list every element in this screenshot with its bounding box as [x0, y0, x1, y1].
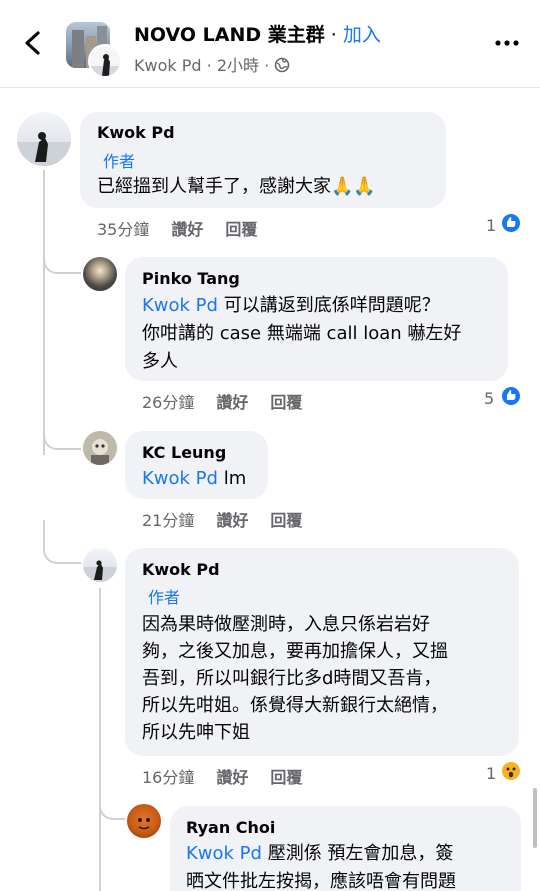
comment-time[interactable]: 21分鐘 [142, 507, 194, 531]
reply-button[interactable]: 回覆 [270, 764, 302, 788]
comment-bubble: Pinko Tang Kwok Pd 可以講返到底係咩問題呢？ 你咁講的 cas… [125, 257, 508, 381]
like-reaction-icon[interactable] [500, 212, 522, 234]
commenter-name[interactable]: Kwok Pd [97, 123, 175, 142]
comment-time[interactable]: 35分鐘 [97, 216, 149, 240]
thread-line [43, 170, 45, 455]
avatar[interactable] [83, 431, 117, 465]
comment-text: Kwok Pd lm [142, 468, 247, 489]
wow-reaction-icon[interactable] [500, 760, 522, 782]
comment-text: 多人 [142, 351, 178, 372]
comment-actions: 21分鐘 讚好 回覆 [142, 507, 302, 531]
mention-link[interactable]: Kwok Pd [142, 295, 218, 316]
thread-connector [43, 240, 81, 274]
thread-connector [43, 520, 81, 564]
comment-text: Kwok Pd 壓測係 預左會加息，簽 [186, 843, 454, 864]
like-button[interactable]: 讚好 [216, 507, 248, 531]
like-button[interactable]: 讚好 [216, 764, 248, 788]
comment-text: Kwok Pd 可以講返到底係咩問題呢？ [142, 295, 440, 316]
post-time[interactable]: 2小時 [217, 56, 259, 75]
group-avatar[interactable] [66, 22, 122, 78]
comment-text: 所以先呻下姐 [142, 722, 250, 743]
join-button[interactable]: 加入 [343, 24, 381, 46]
like-button[interactable]: 讚好 [216, 389, 248, 413]
post-meta: Kwok Pd · 2小時 · [134, 52, 290, 76]
group-name[interactable]: NOVO LAND 業主群 [134, 24, 325, 46]
scrollbar[interactable] [533, 788, 537, 848]
commenter-name[interactable]: Kwok Pd [142, 560, 220, 579]
comment-time[interactable]: 16分鐘 [142, 764, 194, 788]
commenter-name[interactable]: KC Leung [142, 443, 226, 462]
reaction-count[interactable]: 1 [486, 764, 496, 783]
globe-icon [274, 57, 290, 73]
thread-connector [43, 420, 81, 450]
comment-actions: 16分鐘 讚好 回覆 [142, 764, 302, 788]
avatar[interactable] [83, 257, 117, 291]
mention-link[interactable]: Kwok Pd [142, 468, 218, 489]
commenter-name[interactable]: Ryan Choi [186, 818, 275, 837]
comment-text: 所以先咁姐。係覺得大新銀行太絕情， [142, 695, 448, 716]
more-icon[interactable] [494, 38, 520, 48]
comment-text: 晒文件批左按揭，應該唔會有問題 [186, 871, 456, 891]
separator-dot: · [206, 56, 212, 75]
comment-time[interactable]: 26分鐘 [142, 389, 194, 413]
mention-link[interactable]: Kwok Pd [186, 843, 262, 864]
reaction-count[interactable]: 5 [484, 389, 494, 408]
commenter-name[interactable]: Pinko Tang [142, 269, 240, 288]
comment-actions: 26分鐘 讚好 回覆 [142, 389, 302, 413]
avatar[interactable] [17, 112, 71, 166]
reply-button[interactable]: 回覆 [225, 216, 257, 240]
comment-text: 你咁講的 case 無端端 call loan 嚇左好 [142, 323, 462, 344]
poster-avatar [88, 44, 122, 78]
thread-line [99, 588, 101, 891]
avatar[interactable] [127, 804, 161, 838]
like-reaction-icon[interactable] [500, 385, 522, 407]
reaction-count[interactable]: 1 [486, 216, 496, 235]
comment-bubble: KC Leung Kwok Pd lm [125, 431, 268, 499]
comment-bubble: Kwok Pd 作者 已經搵到人幫手了，感謝大家🙏🙏 [80, 112, 446, 208]
group-header: NOVO LAND 業主群 · 加入 Kwok Pd · 2小時 · [0, 0, 540, 88]
comment-text: 夠，之後又加息，要再加擔保人，又搵 [142, 641, 448, 662]
like-button[interactable]: 讚好 [171, 216, 203, 240]
reply-button[interactable]: 回覆 [270, 389, 302, 413]
comment-text: 已經搵到人幫手了，感謝大家🙏🙏 [97, 176, 376, 197]
comment-text: 吾到，所以叫銀行比多d時間又吾肯， [142, 668, 442, 689]
back-arrow-icon[interactable] [18, 28, 48, 58]
poster-name[interactable]: Kwok Pd [134, 56, 202, 75]
comment-text: 因為果時做壓測時，入息只係岩岩好 [142, 614, 430, 635]
separator-dot: · [264, 56, 270, 75]
comment-actions: 35分鐘 讚好 回覆 [97, 216, 257, 240]
comment-bubble: Ryan Choi Kwok Pd 壓測係 預左會加息，簽 晒文件批左按揭，應該… [170, 806, 521, 891]
avatar[interactable] [83, 548, 117, 582]
reply-button[interactable]: 回覆 [270, 507, 302, 531]
separator-dot: · [330, 24, 337, 46]
group-title-row: NOVO LAND 業主群 · 加入 [134, 20, 381, 47]
comment-bubble: Kwok Pd 作者 因為果時做壓測時，入息只係岩岩好 夠，之後又加息，要再加擔… [125, 548, 519, 756]
author-badge: 作者 [103, 152, 136, 171]
thread-connector [99, 790, 125, 820]
author-badge: 作者 [148, 588, 181, 607]
